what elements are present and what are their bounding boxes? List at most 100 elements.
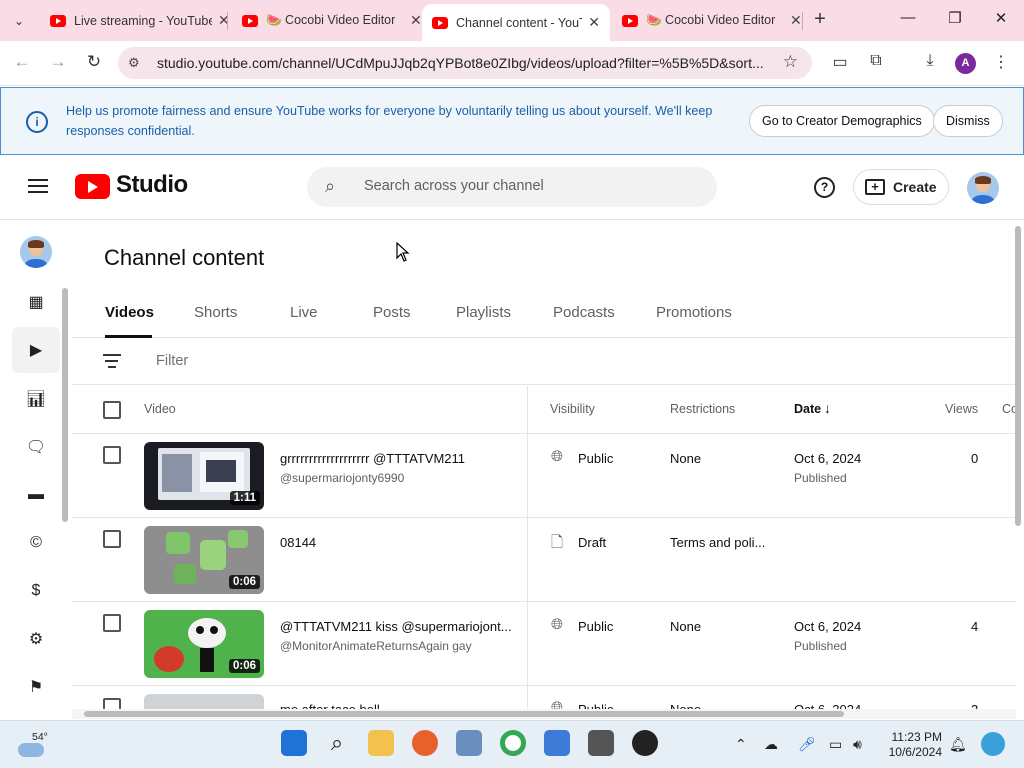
close-window-icon[interactable]: ✕ — [986, 9, 1016, 27]
browser-tab-live-streaming[interactable]: Live streaming - YouTube ✕ — [40, 0, 240, 41]
copyright-icon[interactable]: © — [24, 531, 48, 555]
settings-gear-icon[interactable]: ⚙ — [24, 627, 48, 651]
horizontal-scrollbar[interactable] — [84, 711, 844, 717]
tab-live[interactable]: Live — [290, 304, 318, 321]
cloud-tray-icon[interactable]: ☁ — [764, 736, 778, 753]
analytics-icon[interactable]: 📊︎ — [24, 387, 48, 411]
browser-menu-kebab-icon[interactable]: ⋮ — [990, 52, 1012, 72]
app-window-icon[interactable] — [456, 730, 482, 756]
browser-tab-cocobi-1[interactable]: 🍉 Cocobi Video Editor ✕ — [232, 0, 432, 41]
windows-start-icon[interactable] — [281, 730, 307, 756]
sort-down-arrow-icon[interactable]: ↓ — [824, 400, 831, 416]
tab-posts[interactable]: Posts — [373, 304, 411, 321]
table-row[interactable]: 0:06 @TTTATVM211 kiss @supermariojont...… — [72, 602, 1016, 686]
content-icon[interactable]: ▶ — [24, 338, 48, 362]
video-title[interactable]: 08144 — [280, 535, 516, 550]
cast-icon[interactable]: ▭ — [829, 52, 851, 72]
row-checkbox[interactable] — [103, 614, 121, 632]
notification-bell-icon[interactable]: 🔔︎ — [949, 736, 967, 753]
restore-icon[interactable]: ❐ — [940, 9, 970, 27]
url-text[interactable]: studio.youtube.com/channel/UCdMpuJJqb2qY… — [157, 55, 769, 71]
firefox-icon[interactable] — [412, 730, 438, 756]
video-title[interactable]: @TTTATVM211 kiss @supermariojont... — [280, 619, 516, 634]
visibility-value[interactable]: Draft — [578, 535, 606, 550]
address-bar[interactable]: ⚙ studio.youtube.com/channel/UCdMpuJJqb2… — [118, 47, 812, 79]
account-avatar[interactable] — [967, 172, 999, 204]
col-restrictions[interactable]: Restrictions — [670, 402, 735, 416]
browser-profile-avatar[interactable]: A — [955, 53, 976, 74]
filter-icon[interactable] — [103, 354, 121, 368]
minimize-icon[interactable]: — — [893, 9, 923, 26]
download-icon[interactable]: ⤓ — [919, 52, 941, 70]
youtube-logo-icon[interactable] — [75, 174, 110, 199]
rail-scrollbar[interactable] — [62, 288, 68, 522]
microphone-icon[interactable]: 🎤︎ — [798, 736, 816, 753]
tab-playlists[interactable]: Playlists — [456, 304, 511, 321]
video-thumbnail[interactable]: 1:11 — [144, 442, 264, 510]
browser-tab-channel-content[interactable]: Channel content - YouTube Studio ✕ — [422, 4, 610, 41]
comments-icon[interactable]: 🗨︎ — [24, 435, 48, 459]
forward-arrow-icon[interactable]: → — [46, 52, 70, 72]
taskbar-clock[interactable]: 11:23 PM 10/6/2024 — [886, 730, 942, 760]
reload-icon[interactable]: ↻ — [82, 52, 106, 72]
select-all-checkbox[interactable] — [103, 401, 121, 419]
bookmark-star-icon[interactable]: ☆ — [783, 52, 798, 72]
send-feedback-icon[interactable]: ⚑ — [24, 675, 48, 699]
creator-demographics-button[interactable]: Go to Creator Demographics — [749, 105, 935, 137]
search-icon: ⌕ — [325, 176, 336, 196]
vertical-scrollbar[interactable] — [1015, 226, 1021, 526]
copilot-icon[interactable] — [981, 732, 1005, 756]
dismiss-button[interactable]: Dismiss — [933, 105, 1003, 137]
tab-shorts[interactable]: Shorts — [194, 304, 237, 321]
row-checkbox[interactable] — [103, 530, 121, 548]
video-thumbnail[interactable]: 0:06 — [144, 526, 264, 594]
tab-podcasts[interactable]: Podcasts — [553, 304, 615, 321]
row-checkbox[interactable] — [103, 446, 121, 464]
channel-avatar[interactable] — [20, 236, 52, 268]
col-visibility[interactable]: Visibility — [550, 402, 595, 416]
browser-tab-cocobi-2[interactable]: 🍉 Cocobi Video Editor ✕ — [612, 0, 812, 41]
new-tab-plus-icon[interactable]: + — [808, 8, 832, 31]
studio-logo-text[interactable]: Studio — [116, 171, 188, 199]
content-tabs: Videos Shorts Live Posts Playlists Podca… — [72, 290, 1016, 338]
video-title[interactable]: grrrrrrrrrrrrrrrrrrr @TTTATVM211 — [280, 451, 516, 466]
app-icon[interactable] — [588, 730, 614, 756]
video-duration: 1:11 — [229, 491, 260, 505]
chrome-icon[interactable] — [500, 730, 526, 756]
tab-close-icon[interactable]: ✕ — [790, 12, 802, 29]
earn-dollar-icon[interactable]: $ — [24, 579, 48, 603]
site-info-icon[interactable]: ⚙ — [128, 55, 140, 71]
hamburger-menu-icon[interactable] — [28, 179, 48, 193]
create-button[interactable]: + Create — [853, 169, 949, 205]
tray-chevron-icon[interactable]: ⌃ — [735, 736, 747, 753]
notepad-icon[interactable] — [544, 730, 570, 756]
col-date[interactable]: Date — [794, 402, 821, 416]
tab-promotions[interactable]: Promotions — [656, 304, 732, 321]
video-thumbnail[interactable]: 0:06 — [144, 610, 264, 678]
tab-close-icon[interactable]: ✕ — [410, 12, 422, 29]
dashboard-icon[interactable]: ▦ — [24, 290, 48, 314]
back-arrow-icon[interactable]: ← — [10, 52, 34, 72]
tab-search-chevron-icon[interactable]: ⌄ — [6, 8, 32, 34]
visibility-value[interactable]: Public — [578, 451, 613, 466]
tab-close-icon[interactable]: ✕ — [588, 14, 600, 31]
subtitles-icon[interactable]: ▬ — [24, 483, 48, 507]
extensions-puzzle-icon[interactable]: ⧉ — [865, 52, 887, 70]
table-row[interactable]: 1:11 grrrrrrrrrrrrrrrrrrr @TTTATVM211 @s… — [72, 434, 1016, 518]
volume-icon[interactable]: 🔊︎ — [853, 736, 862, 753]
taskbar-search-icon[interactable]: ⌕ — [324, 730, 350, 756]
channel-search-input[interactable]: ⌕ Search across your channel — [307, 167, 717, 207]
filter-bar[interactable]: Filter — [72, 338, 1016, 385]
table-row[interactable]: 0:06 08144 🗋 Draft Terms and poli... — [72, 518, 1016, 602]
network-icon[interactable]: ▭ — [829, 736, 842, 753]
table-header: Video Visibility Restrictions Date ↓ Vie… — [72, 386, 1018, 434]
cloud-icon — [18, 743, 44, 757]
col-views[interactable]: Views — [945, 402, 978, 416]
tab-videos[interactable]: Videos — [105, 304, 154, 321]
date-status: Published — [794, 471, 847, 485]
media-app-icon[interactable] — [632, 730, 658, 756]
views-value: 0 — [971, 451, 979, 466]
help-icon[interactable]: ? — [814, 177, 835, 198]
file-explorer-icon[interactable] — [368, 730, 394, 756]
visibility-value[interactable]: Public — [578, 619, 613, 634]
